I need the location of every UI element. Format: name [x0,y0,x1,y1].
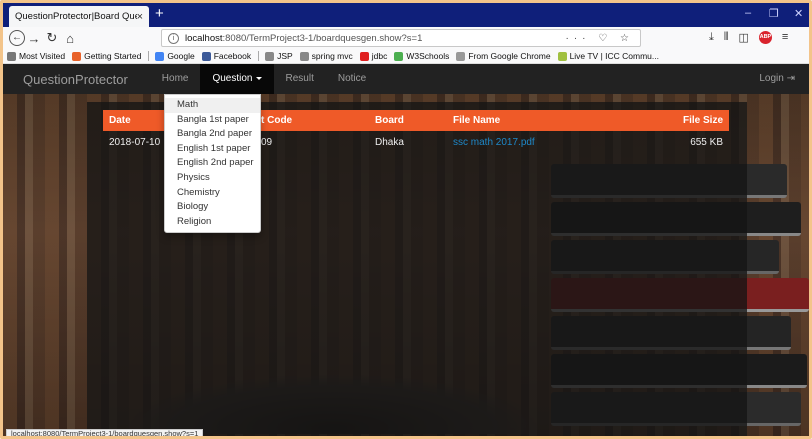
file-download-link[interactable]: ssc math 2017.pdf [453,137,653,148]
adblock-icon[interactable]: ABP [758,31,772,44]
minimize-icon[interactable]: – [745,7,751,19]
bookmark-item[interactable]: jdbc [359,51,388,61]
tab-title: QuestionProtector|Board Question [15,11,137,22]
bookmark-label: spring mvc [311,51,353,61]
dropdown-item-math[interactable]: Math [165,98,260,113]
question-dropdown-menu: Math Bangla 1st paper Bangla 2nd paper E… [164,94,261,234]
bookmark-icon [265,51,275,61]
login-link[interactable]: Login ⇥ [759,64,795,94]
login-label: Login [759,73,784,84]
brand-link[interactable]: QuestionProtector [23,72,128,87]
bookmark-item[interactable]: Live TV | ICC Commu... [557,51,659,61]
nav-home[interactable]: Home [150,64,201,94]
bookmark-icon [155,51,165,61]
cell-board: Dhaka [375,136,404,148]
sidebar-icon[interactable]: ◫ [739,31,749,44]
dropdown-item-bangla-2nd[interactable]: Bangla 2nd paper [165,127,260,142]
header-board: Board [375,115,404,126]
browser-window: QuestionProtector|Board Question × + – ❐… [0,0,812,439]
back-arrow-icon[interactable]: ← [9,30,25,46]
bookmark-label: From Google Chrome [468,51,551,61]
bookmark-item[interactable]: Getting Started [72,51,141,61]
login-icon: ⇥ [786,73,795,84]
info-icon[interactable]: i [168,32,179,44]
bookmark-label: Most Visited [19,51,66,61]
dropdown-item-english-1st[interactable]: English 1st paper [165,142,260,157]
bookmark-item[interactable]: Google [155,51,195,61]
forward-arrow-icon[interactable]: → [25,31,43,46]
dropdown-item-bangla-1st[interactable]: Bangla 1st paper [165,113,260,128]
download-icon[interactable]: ⤓ [709,31,714,44]
bookmark-item[interactable]: JSP [265,51,293,61]
bookmark-icon [201,51,211,61]
nav-question[interactable]: Question [200,64,274,94]
bookmark-item[interactable]: Facebook [201,51,252,61]
bookmark-item[interactable]: From Google Chrome [456,51,551,61]
header-file-name: File Name [453,115,501,126]
bookmark-item[interactable]: Most Visited [7,51,65,61]
status-url: localhost:8080/TermProject3-1/boardquesg… [6,429,204,436]
bookmark-label: Facebook [213,51,252,61]
dropdown-item-religion[interactable]: Religion [165,215,260,230]
bookmark-icon [456,51,466,61]
bookmark-item[interactable]: W3Schools [394,51,449,61]
bookmark-label: JSP [277,51,293,61]
cell-code: 09 [261,136,273,148]
web-page: QuestionProtector Home Question Result N… [3,64,809,436]
toolbar-right: ⤓ ⫴ ◫ ABP ≡ [709,31,788,44]
reload-icon[interactable]: ↻ [43,30,61,46]
bookmark-separator [258,51,260,61]
nav-question-label: Question [212,73,253,84]
home-icon[interactable]: ⌂ [61,31,79,46]
bookmarks-bar: Most Visited Getting Started Google Faceboo… [3,49,809,64]
menu-icon[interactable]: ≡ [782,31,788,44]
header-code: t Code [261,115,293,126]
bookmark-icon [557,51,567,61]
nav-notice[interactable]: Notice [326,64,378,94]
bookmark-icon [299,51,309,61]
page-actions-icon[interactable]: ··· ♡ ☆ [566,33,634,44]
bookmark-label: Live TV | ICC Commu... [569,51,659,61]
bookmark-icon [359,51,369,61]
browser-tab[interactable]: QuestionProtector|Board Question × [9,6,149,27]
bookmark-icon [7,51,16,61]
browser-toolbar: ← → ↻ ⌂ i localhost :8080/TermProject3-1… [3,27,809,49]
tab-strip: QuestionProtector|Board Question × + – ❐… [3,3,809,27]
bookmark-separator [148,51,150,61]
bookmark-label: Getting Started [84,51,142,61]
nav-result[interactable]: Result [274,64,326,94]
url-path: :8080/TermProject3-1/boardquesgen.show?s… [222,32,423,44]
maximize-icon[interactable]: ❐ [769,7,779,20]
close-tab-icon[interactable]: × [137,11,143,23]
bookmark-label: jdbc [371,51,388,61]
close-window-icon[interactable]: ✕ [794,7,803,20]
url-bar[interactable]: i localhost :8080/TermProject3-1/boardqu… [161,29,641,47]
bookmark-item[interactable]: spring mvc [299,51,353,61]
caret-down-icon [255,76,262,80]
dropdown-item-english-2nd[interactable]: English 2nd paper [165,156,260,171]
header-file-size: File Size [682,115,723,126]
bookmark-icon [72,51,82,61]
new-tab-button[interactable]: + [155,5,164,23]
cell-file-size: 655 KB [690,136,723,148]
bookmark-label: W3Schools [406,51,450,61]
library-icon[interactable]: ⫴ [724,31,729,44]
bookmark-icon [394,51,404,61]
dropdown-item-chemistry[interactable]: Chemistry [165,186,260,201]
dropdown-item-biology[interactable]: Biology [165,200,260,215]
dropdown-item-physics[interactable]: Physics [165,171,260,186]
bookmark-label: Google [167,51,195,61]
app-navbar: QuestionProtector Home Question Result N… [3,64,809,94]
url-host: localhost [185,32,223,44]
